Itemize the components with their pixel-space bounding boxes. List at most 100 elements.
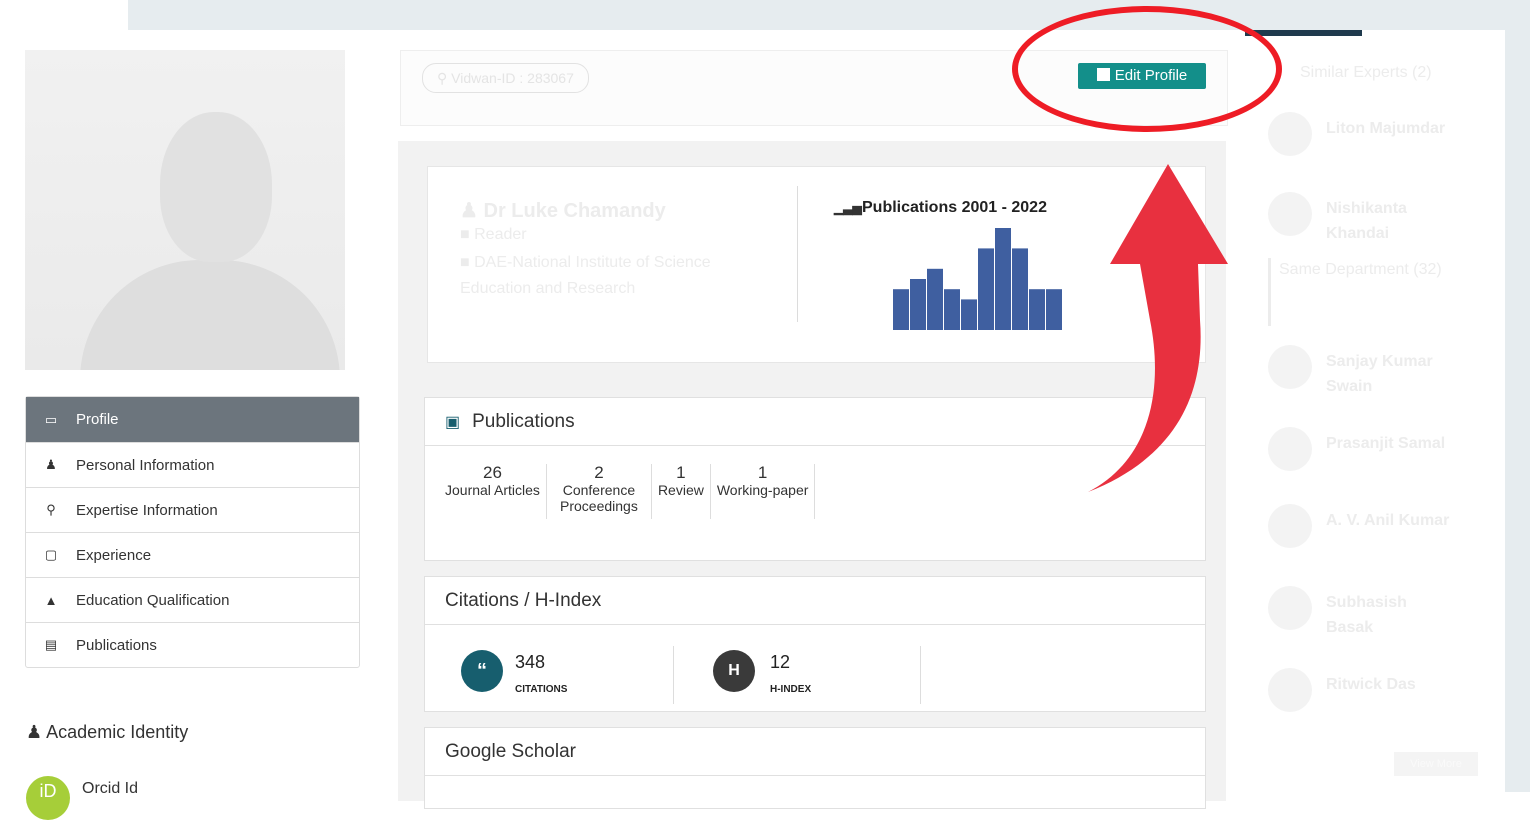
dept-expert-name: A. V. Anil Kumar: [1326, 512, 1450, 529]
sidebar-item-publications[interactable]: ▤ Publications: [26, 622, 359, 667]
hindex-divider: [920, 646, 921, 704]
pub-count-label: Conference Proceedings: [560, 482, 638, 514]
publication-bar: [995, 228, 1011, 330]
avatar: [1268, 192, 1312, 236]
user-icon: ♟: [45, 457, 57, 472]
quote-icon: “: [461, 650, 503, 692]
citations-label: CITATIONS: [515, 684, 568, 695]
sidebar-item-profile[interactable]: ▭ Profile: [26, 397, 359, 442]
graduation-cap-icon: ▲: [44, 592, 58, 608]
vidwan-id: Vidwan-ID : 283067: [451, 70, 574, 86]
profile-photo: [25, 50, 345, 370]
annotation-circle: [1012, 6, 1282, 132]
user-icon: ♟: [460, 200, 478, 222]
dept-expert-name: Ritwick Das: [1326, 676, 1416, 693]
publication-bar: [978, 248, 994, 330]
pub-count-number: 2: [594, 463, 604, 482]
avatar: [1268, 668, 1312, 712]
avatar: [1268, 427, 1312, 471]
pub-count-number: 26: [483, 463, 502, 482]
sidebar-item-label: Expertise Information: [76, 501, 218, 519]
publications-chart-title: ▁▃▅Publications 2001 - 2022: [834, 199, 1047, 217]
avatar: [1268, 504, 1312, 548]
pub-count-conference-proceedings[interactable]: 2 Conference Proceedings: [547, 464, 652, 519]
sidebar-item-label: Education Qualification: [76, 591, 230, 609]
sidebar-item-label: Profile: [76, 411, 119, 428]
google-scholar-panel: Google Scholar: [424, 727, 1206, 809]
publication-bar: [1046, 289, 1062, 330]
sidebar-nav: ▭ Profile ♟ Personal Information ⚲ Exper…: [25, 396, 360, 668]
person-icon: ♟: [26, 722, 43, 742]
publication-bar: [961, 299, 977, 330]
building-icon: ■: [460, 254, 470, 271]
top-banner-accent: [1245, 30, 1362, 36]
publication-bar: [1029, 289, 1045, 330]
similar-experts-title: Similar Experts (2): [1300, 64, 1432, 81]
briefcase-icon: ▢: [44, 547, 58, 562]
publication-counts: 26 Journal Articles 2 Conference Proceed…: [441, 464, 816, 519]
expert-institution-text: DAE-National Institute of Science Educat…: [460, 254, 711, 297]
publications-bar-chart: [893, 228, 1062, 330]
expert-name[interactable]: ♟ Dr Luke Chamandy: [460, 198, 666, 223]
google-scholar-title: Google Scholar: [445, 740, 576, 762]
bar-chart-icon: ▁▃▅: [834, 201, 862, 215]
sidebar-item-experience[interactable]: ▢ Experience: [26, 532, 359, 577]
pub-count-working-paper[interactable]: 1 Working-paper: [711, 464, 816, 519]
chart-title-text: Publications 2001 - 2022: [862, 199, 1047, 216]
pub-count-journal-articles[interactable]: 26 Journal Articles: [441, 464, 547, 519]
similar-expert-name: Liton Majumdar: [1326, 120, 1446, 137]
academic-identity-title: Academic Identity: [46, 722, 189, 742]
expert-designation-text: Reader: [474, 226, 527, 243]
sidebar-item-expertise-information[interactable]: ⚲ Expertise Information: [26, 487, 359, 532]
orcid-label: Orcid Id: [82, 780, 139, 797]
expert-designation: ■ Reader: [460, 226, 527, 244]
sidebar-item-education-qualification[interactable]: ▲ Education Qualification: [26, 577, 359, 622]
publication-bar: [944, 289, 960, 330]
pub-count-label: Working-paper: [716, 482, 809, 498]
lightbulb-icon: ⚲: [46, 502, 56, 517]
pub-count-number: 1: [676, 463, 686, 482]
citations-panel-header: Citations / H-Index: [425, 577, 1205, 625]
hindex-count: 12: [770, 652, 791, 672]
pub-count-label: Review: [657, 482, 704, 498]
avatar: [1268, 345, 1312, 389]
book-icon: ▣: [445, 413, 461, 431]
annotation-arrow: [1088, 164, 1228, 492]
info-divider: [797, 186, 798, 322]
hindex-label: H-INDEX: [770, 684, 812, 695]
dept-expert-name: Subhasish Basak: [1326, 594, 1407, 636]
sidebar-item-label: Personal Information: [76, 456, 215, 474]
pub-count-label: Journal Articles: [445, 482, 540, 498]
vidwan-id-badge: ⚲ Vidwan-ID : 283067: [422, 63, 589, 93]
page-right-edge: [1505, 30, 1530, 792]
books-icon: ▤: [44, 637, 58, 652]
monitor-icon: ▭: [44, 411, 58, 427]
photo-torso: [80, 260, 340, 370]
sidebar-item-personal-information[interactable]: ♟ Personal Information: [26, 442, 359, 487]
citations-divider: [673, 646, 674, 704]
top-banner: [128, 0, 1530, 30]
sidebar-item-label: Publications: [76, 636, 157, 654]
dept-expert-name: Sanjay Kumar Swain: [1326, 353, 1433, 395]
view-more-button[interactable]: View More: [1394, 752, 1478, 776]
briefcase-icon: ■: [460, 226, 470, 243]
pub-count-review[interactable]: 1 Review: [652, 464, 711, 519]
lightbulb-icon: ⚲: [437, 70, 448, 86]
photo-head: [160, 112, 272, 262]
hindex-icon: H: [713, 650, 755, 692]
publications-panel-title: Publications: [472, 410, 575, 432]
publication-bar: [1012, 248, 1028, 330]
google-scholar-panel-header: Google Scholar: [425, 728, 1205, 776]
dept-expert-name: Prasanjit Samal: [1326, 435, 1446, 452]
citations-count: 348: [515, 652, 546, 672]
citations-panel-title: Citations / H-Index: [445, 589, 602, 611]
academic-identity-heading: ♟ Academic Identity: [26, 722, 188, 743]
similar-expert-name: Nishikanta Khandai: [1326, 200, 1407, 242]
sidebar-item-label: Experience: [76, 546, 152, 564]
expert-institution: ■ DAE-National Institute of Science Educ…: [460, 250, 750, 302]
publication-bar: [927, 268, 943, 330]
expert-name-text: Dr Luke Chamandy: [483, 200, 666, 222]
publication-bar: [893, 289, 909, 330]
pub-count-number: 1: [757, 463, 768, 482]
orcid-icon: iD: [26, 776, 70, 820]
